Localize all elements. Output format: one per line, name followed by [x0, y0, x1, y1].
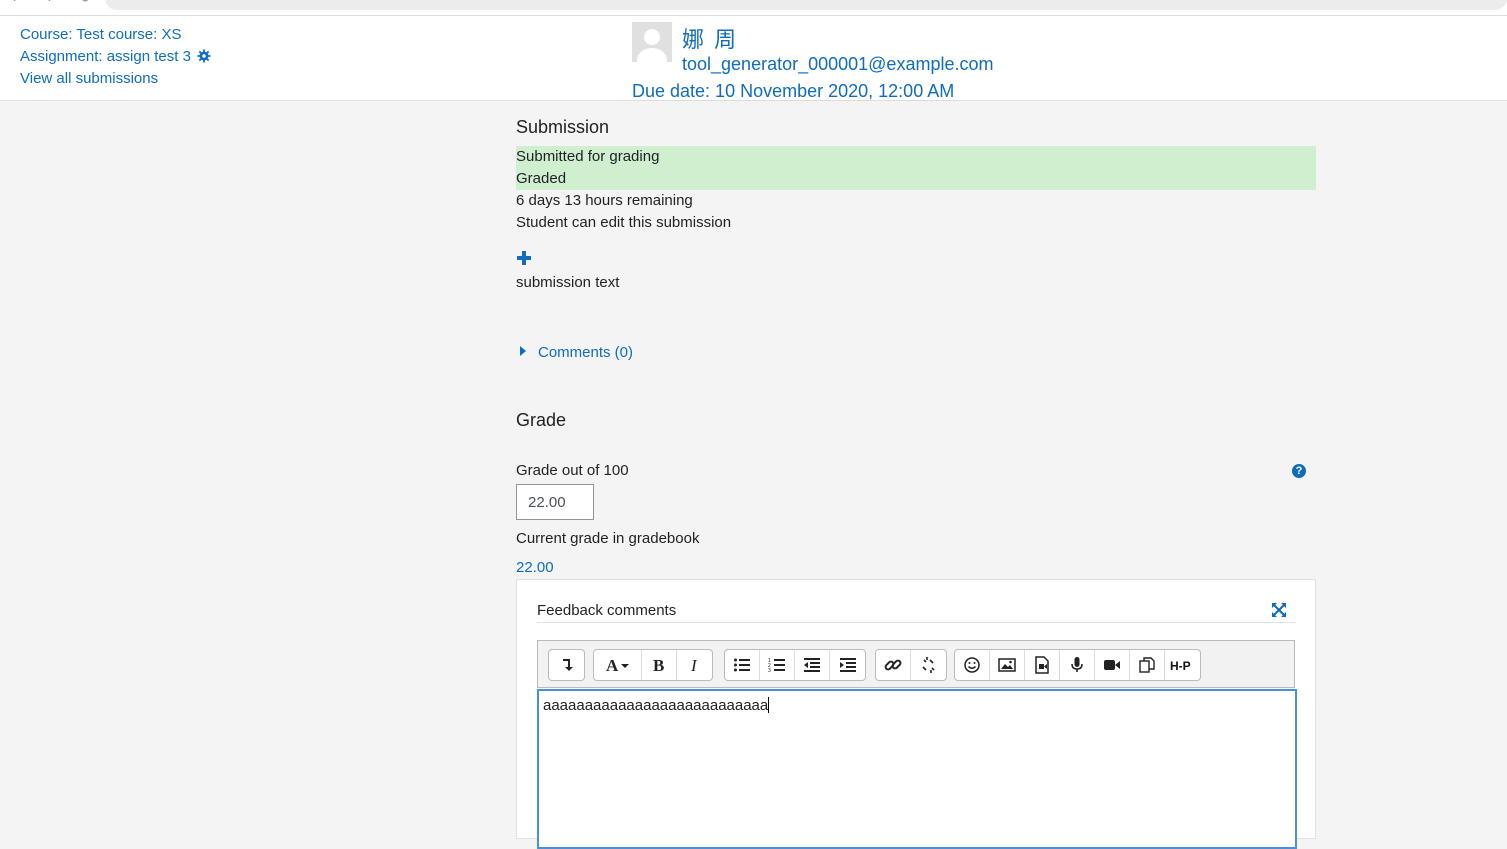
bold-icon[interactable]: B [642, 650, 677, 680]
user-silhouette-icon [632, 22, 672, 62]
user-name-link[interactable]: 娜 周 [682, 22, 738, 54]
feedback-editor: A B I 123 H-P aaaaaaaaaaaaaaaaaaaaaaaaaa… [537, 640, 1297, 849]
toolbar-group-lists: 123 [724, 649, 866, 681]
header-nav: Course: Test course: XS Assignment: assi… [20, 24, 211, 90]
feedback-text-area[interactable]: aaaaaaaaaaaaaaaaaaaaaaaaaaa [537, 689, 1297, 849]
svg-text:H-P: H-P [1170, 659, 1191, 673]
caret-right-icon [520, 346, 526, 356]
grading-header: Course: Test course: XS Assignment: assi… [0, 16, 1507, 101]
emoji-icon[interactable] [955, 650, 990, 680]
gear-icon[interactable] [197, 49, 211, 63]
image-icon[interactable] [990, 650, 1025, 680]
feedback-panel: Feedback comments A B I 1 2 3 H-P aaaaaa… [516, 579, 1316, 849]
back-icon[interactable]: ‹ [12, 0, 24, 5]
browser-toolbar: ‹ › ↻ [0, 0, 1507, 16]
manage-files-icon[interactable] [1130, 650, 1165, 680]
unlink-icon[interactable] [911, 650, 946, 680]
due-date: Due date: 10 November 2020, 12:00 AM [632, 81, 955, 101]
link-icon[interactable] [876, 650, 911, 680]
toolbar-group-style: A B I [593, 649, 713, 681]
divider [537, 622, 1295, 623]
h5p-icon[interactable]: H-P [1165, 650, 1200, 680]
feedback-text: aaaaaaaaaaaaaaaaaaaaaaaaaaa [543, 697, 769, 714]
comments-link[interactable]: Comments (0) [538, 344, 633, 361]
current-grade-label: Current grade in gradebook [516, 530, 700, 547]
submission-heading: Submission [516, 117, 610, 137]
svg-text:B: B [653, 656, 664, 674]
media-icon[interactable] [1025, 650, 1060, 680]
italic-icon[interactable]: I [677, 650, 712, 680]
toolbar-group-links [875, 649, 947, 681]
show-more-icon[interactable] [549, 650, 584, 680]
svg-text:I: I [690, 656, 698, 674]
reload-icon[interactable]: ↻ [80, 0, 92, 5]
edit-permission-note: Student can edit this submission [516, 214, 732, 231]
current-grade-row: 22.00 [516, 557, 1316, 579]
outdent-icon[interactable] [795, 650, 830, 680]
expand-icon[interactable] [1271, 602, 1287, 618]
help-icon[interactable]: ? [1292, 464, 1306, 478]
grading-status: Graded [516, 168, 1316, 190]
unordered-list-icon[interactable] [725, 650, 760, 680]
font-style-icon[interactable]: A [594, 650, 642, 680]
toolbar-group-media: H-P [954, 649, 1201, 681]
indent-icon[interactable] [830, 650, 865, 680]
user-email-link[interactable]: tool_generator_000001@example.com [682, 54, 993, 75]
submission-status: Submitted for grading [516, 146, 1316, 168]
feedback-label: Feedback comments [537, 602, 677, 619]
text-cursor [768, 697, 770, 713]
address-bar[interactable] [105, 0, 1507, 10]
plus-icon[interactable] [516, 250, 532, 266]
forward-icon[interactable]: › [48, 0, 60, 5]
record-video-icon[interactable] [1095, 650, 1130, 680]
grade-label: Grade out of 100 [516, 462, 629, 479]
svg-text:3: 3 [768, 668, 771, 674]
grade-heading: Grade [516, 410, 567, 430]
time-remaining: 6 days 13 hours remaining [516, 192, 693, 209]
grade-input[interactable] [516, 484, 594, 520]
ordered-list-icon[interactable]: 123 [760, 650, 795, 680]
view-all-submissions-link[interactable]: View all submissions [20, 70, 158, 87]
record-audio-icon[interactable] [1060, 650, 1095, 680]
submission-text: submission text [516, 274, 620, 291]
svg-text:A: A [606, 656, 619, 674]
course-link[interactable]: Course: Test course: XS [20, 26, 181, 43]
avatar[interactable] [632, 22, 672, 62]
current-grade-value[interactable]: 22.00 [516, 559, 554, 576]
comments-toggle[interactable]: Comments (0) [520, 344, 633, 361]
toolbar-group-more [548, 649, 585, 681]
assignment-link[interactable]: Assignment: assign test 3 [20, 48, 191, 65]
editor-toolbar: A B I 123 H-P [537, 640, 1295, 688]
